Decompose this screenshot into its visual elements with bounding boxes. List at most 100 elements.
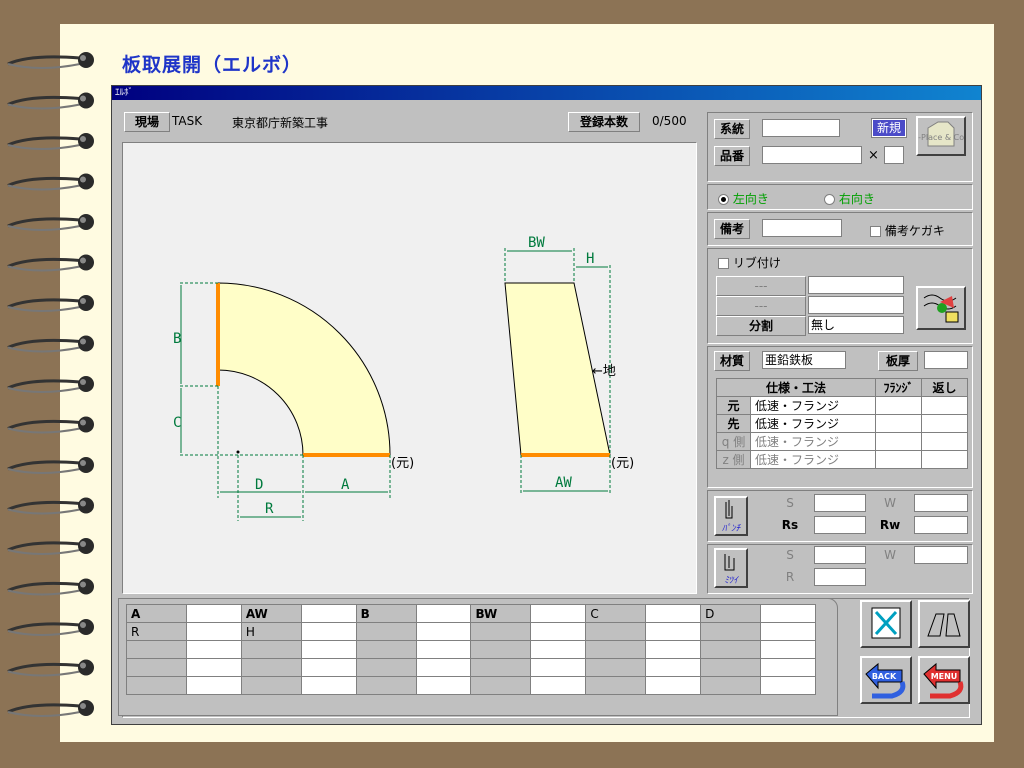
spec-row-label: q 側 <box>716 432 751 451</box>
dim-r-input[interactable] <box>185 622 242 641</box>
rib-checkbox[interactable]: リブ付け <box>718 254 781 271</box>
clear-drawing-button[interactable] <box>860 600 912 648</box>
site-name: 東京都庁新築工事 <box>232 116 329 130</box>
back-button[interactable]: BACK <box>860 656 912 704</box>
mitsui-label: ﾐﾂｲ <box>724 576 738 586</box>
page-title: 板取展開（エルボ） <box>122 54 303 76</box>
dim-col-bw-label: BW <box>470 604 532 623</box>
new-button[interactable]: 新規 <box>871 118 907 138</box>
cheek-origin-label: (元) <box>611 456 634 471</box>
rib-label: リブ付け <box>732 256 781 270</box>
dim-col-h-label: H <box>240 622 302 641</box>
spec-row-kaeshi[interactable] <box>921 396 968 415</box>
biko-input[interactable] <box>762 219 842 237</box>
site-label: 現場 <box>124 112 170 132</box>
count-value: 0/500 <box>652 114 687 128</box>
dim-d-input[interactable] <box>760 604 816 623</box>
spec-row-kaeshi[interactable] <box>921 432 968 451</box>
mitsui-s-label: S <box>786 548 794 562</box>
flange-header: ﾌﾗﾝｼﾞ <box>875 378 922 397</box>
punch-rw-input[interactable] <box>914 516 968 534</box>
spec-header: 仕様・工法 <box>716 378 876 397</box>
mitsui-r-input[interactable] <box>814 568 866 586</box>
window-titlebar: ｴﾙﾎﾞ <box>112 86 981 100</box>
replace-copy-icon-text: Re-Place & Copy <box>918 133 964 142</box>
mitsui-w-input[interactable] <box>914 546 968 564</box>
biko-label: 備考 <box>714 219 750 239</box>
rib-config-button[interactable] <box>916 286 966 330</box>
punch-rs-input[interactable] <box>814 516 866 534</box>
site-code: TASK <box>172 114 203 128</box>
dir-left-label: 左向き <box>732 192 769 206</box>
mitsui-r-label: R <box>785 570 795 584</box>
punch-w-label: W <box>884 496 896 510</box>
dim-col-a-label: A <box>126 604 187 623</box>
punch-s-label: S <box>786 496 794 510</box>
dim-label-aw: AW <box>555 475 572 491</box>
keito-input[interactable] <box>762 119 840 137</box>
mitsui-s-input[interactable] <box>814 546 866 564</box>
split-input[interactable]: 無し <box>808 316 904 334</box>
spec-row-kaeshi[interactable] <box>921 414 968 433</box>
rib-row2-input[interactable] <box>808 296 904 314</box>
spec-row-flange[interactable] <box>875 432 922 451</box>
dim-label-bw: BW <box>528 235 545 251</box>
punch-label: ﾊﾟﾝﾁ <box>721 524 740 534</box>
thickness-input[interactable] <box>924 351 968 369</box>
menu-button[interactable]: MENU <box>918 656 970 704</box>
split-label: 分割 <box>716 316 806 336</box>
spec-row-kaeshi[interactable] <box>921 450 968 469</box>
menu-arrow-icon: MENU <box>923 662 964 699</box>
dim-label-c: C <box>173 415 181 431</box>
dim-bw-input[interactable] <box>530 604 587 623</box>
material-label: 材質 <box>714 351 750 371</box>
dim-a-input[interactable] <box>185 604 242 623</box>
kaeshi-header: 返し <box>921 378 968 397</box>
spec-row-value[interactable]: 低速・フランジ <box>750 432 876 451</box>
back-label: BACK <box>872 672 897 681</box>
rib-row1-input[interactable] <box>808 276 904 294</box>
punch-button[interactable]: ﾊﾟﾝﾁ <box>714 496 748 536</box>
times-symbol: × <box>868 148 879 163</box>
mitsui-w-label: W <box>884 548 896 562</box>
drawing-canvas[interactable]: B C D A R (元) BW H AW ←地 (元) <box>122 142 697 594</box>
punch-s-input[interactable] <box>814 494 866 512</box>
hinban-label: 品番 <box>714 146 750 166</box>
rib-row1-label: --- <box>716 276 806 296</box>
mitsui-icon <box>724 554 735 571</box>
spec-row-flange[interactable] <box>875 396 922 415</box>
dir-right-radio[interactable]: 右向き <box>824 190 875 207</box>
ground-label: ←地 <box>592 364 616 379</box>
replace-copy-icon: Re-Place & Copy <box>908 121 974 147</box>
elbow-shape <box>217 282 391 456</box>
rib-row2-label: --- <box>716 296 806 316</box>
thickness-label: 板厚 <box>878 351 918 371</box>
dir-left-radio[interactable]: 左向き <box>718 190 769 207</box>
spec-row-flange[interactable] <box>875 450 922 469</box>
app-window: ｴﾙﾎﾞ 現場 TASK 東京都庁新築工事 登録本数 0/500 B C D A… <box>111 85 982 725</box>
dim-b-input[interactable] <box>415 604 472 623</box>
biko-kegaki-label: 備考ケガキ <box>884 224 945 238</box>
spiral-binding <box>7 52 94 717</box>
dim-label-b: B <box>173 331 181 347</box>
count-label: 登録本数 <box>568 112 640 132</box>
punch-w-input[interactable] <box>914 494 968 512</box>
clear-drawing-icon <box>871 607 901 639</box>
spec-row-value[interactable]: 低速・フランジ <box>750 450 876 469</box>
replace-copy-button[interactable]: Re-Place & Copy <box>908 116 974 156</box>
spec-row-label: 元 <box>716 396 751 415</box>
spec-row-value[interactable]: 低速・フランジ <box>750 396 876 415</box>
spec-row-flange[interactable] <box>875 414 922 433</box>
material-input[interactable]: 亜鉛鉄板 <box>762 351 846 369</box>
mitsui-button[interactable]: ﾐﾂｲ <box>714 548 748 588</box>
rib-pattern-icon <box>923 294 959 323</box>
hinban-input[interactable] <box>762 146 862 164</box>
hinban-sub-input[interactable] <box>884 146 904 164</box>
spec-row-value[interactable]: 低速・フランジ <box>750 414 876 433</box>
biko-kegaki-checkbox[interactable]: 備考ケガキ <box>870 222 945 239</box>
dim-c-input[interactable] <box>645 604 702 623</box>
dim-h-input[interactable] <box>300 622 357 641</box>
dim-label-h: H <box>586 251 594 267</box>
dim-aw-input[interactable] <box>300 604 357 623</box>
development-view-button[interactable] <box>918 600 970 648</box>
